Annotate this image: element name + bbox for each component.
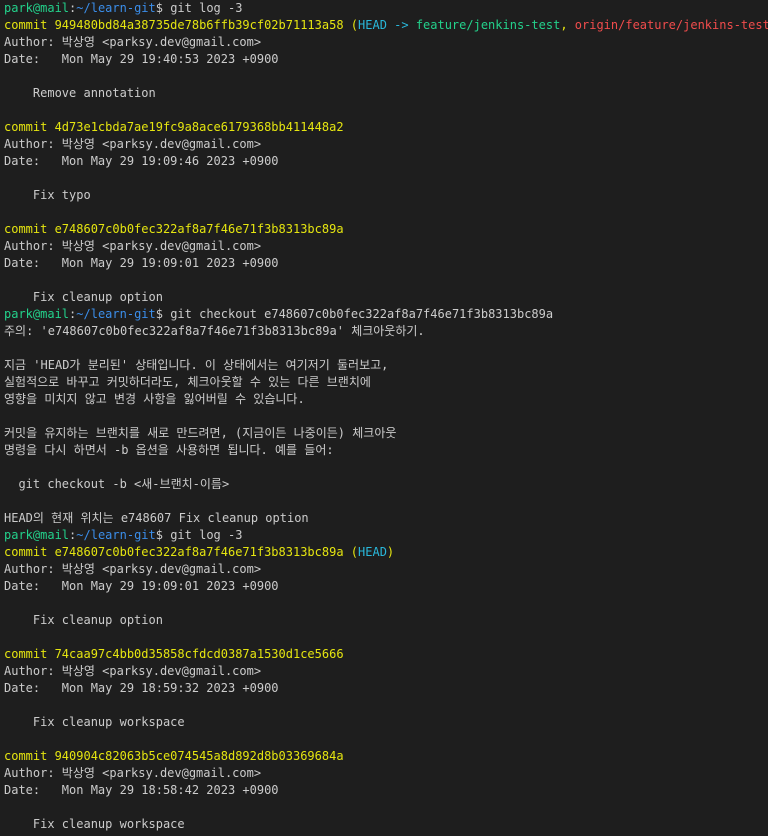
terminal-text: Date: Mon May 29 19:09:01 2023 +0900 <box>4 256 279 270</box>
terminal-text: 영향을 미치지 않고 변경 사항을 잃어버릴 수 있습니다. <box>4 392 305 406</box>
terminal-line: Author: 박상영 <parksy.dev@gmail.com> <box>4 765 764 782</box>
terminal-line: 커밋을 유지하는 브랜치를 새로 만드려면, (지금이든 나중이든) 체크아웃 <box>4 425 764 442</box>
terminal-text: $ git log -3 <box>155 528 243 542</box>
commit-hash: commit 949480bd84a38735de78b6ffb39cf02b7… <box>4 18 359 32</box>
terminal-line: 명령을 다시 하면서 -b 옵션을 사용하면 됩니다. 예를 들어: <box>4 442 764 459</box>
terminal-line: Fix cleanup option <box>4 612 764 629</box>
ref-head-label: HEAD -> <box>358 18 416 32</box>
terminal-line: Fix cleanup workspace <box>4 714 764 731</box>
terminal-line: Remove annotation <box>4 85 764 102</box>
terminal-line: park@mail:~/learn-git$ git log -3 <box>4 0 764 17</box>
terminal-line: commit 940904c82063b5ce074545a8d892d8b03… <box>4 748 764 765</box>
terminal-text: Author: 박상영 <parksy.dev@gmail.com> <box>4 766 262 780</box>
terminal-line: Author: 박상영 <parksy.dev@gmail.com> <box>4 34 764 51</box>
terminal-line: 실험적으로 바꾸고 커밋하더라도, 체크아웃할 수 있는 다른 브랜치에 <box>4 374 764 391</box>
terminal-line: commit 4d73e1cbda7ae19fc9a8ace6179368bb4… <box>4 119 764 136</box>
terminal-line: Date: Mon May 29 18:59:32 2023 +0900 <box>4 680 764 697</box>
prompt-path: ~/learn-git <box>76 1 156 15</box>
terminal-line: commit e748607c0b0fec322af8a7f46e71f3b83… <box>4 221 764 238</box>
terminal-text: Date: Mon May 29 18:58:42 2023 +0900 <box>4 783 279 797</box>
terminal-text: Author: 박상영 <parksy.dev@gmail.com> <box>4 664 262 678</box>
terminal-line: HEAD의 현재 위치는 e748607 Fix cleanup option <box>4 510 764 527</box>
terminal-line: Author: 박상영 <parksy.dev@gmail.com> <box>4 238 764 255</box>
prompt-user: park@mail <box>4 307 70 321</box>
ref-remote-label: origin/feature/jenkins-test <box>574 18 768 32</box>
terminal-text: Fix cleanup option <box>4 613 163 627</box>
terminal-text: Author: 박상영 <parksy.dev@gmail.com> <box>4 35 262 49</box>
terminal-line: park@mail:~/learn-git$ git checkout e748… <box>4 306 764 323</box>
terminal-text: Fix cleanup option <box>4 290 163 304</box>
terminal-text: 커밋을 유지하는 브랜치를 새로 만드려면, (지금이든 나중이든) 체크아웃 <box>4 426 397 440</box>
terminal-text: 명령을 다시 하면서 -b 옵션을 사용하면 됩니다. 예를 들어: <box>4 443 334 457</box>
commit-hash: commit 940904c82063b5ce074545a8d892d8b03… <box>4 749 344 763</box>
terminal-line: 주의: 'e748607c0b0fec322af8a7f46e71f3b8313… <box>4 323 764 340</box>
commit-hash: commit e748607c0b0fec322af8a7f46e71f3b83… <box>4 545 359 559</box>
terminal-text: Fix typo <box>4 188 91 202</box>
terminal-text: HEAD의 현재 위치는 e748607 Fix cleanup option <box>4 511 309 525</box>
terminal-text: $ git log -3 <box>155 1 243 15</box>
terminal-line: Date: Mon May 29 19:09:01 2023 +0900 <box>4 255 764 272</box>
commit-hash: ) <box>386 545 395 559</box>
terminal-output[interactable]: park@mail:~/learn-git$ git log -3 commit … <box>0 0 768 836</box>
terminal-line: git checkout -b <새-브랜치-이름> <box>4 476 764 493</box>
terminal-text: Fix cleanup workspace <box>4 715 185 729</box>
terminal-text: 지금 'HEAD가 분리된' 상태입니다. 이 상태에서는 여기저기 둘러보고, <box>4 358 389 372</box>
terminal-line: Fix cleanup workspace <box>4 816 764 833</box>
commit-hash: commit e748607c0b0fec322af8a7f46e71f3b83… <box>4 222 344 236</box>
prompt-path: ~/learn-git <box>76 528 156 542</box>
terminal-line: 영향을 미치지 않고 변경 사항을 잃어버릴 수 있습니다. <box>4 391 764 408</box>
terminal-line: commit e748607c0b0fec322af8a7f46e71f3b83… <box>4 544 764 561</box>
prompt-path: ~/learn-git <box>76 307 156 321</box>
terminal-line: Author: 박상영 <parksy.dev@gmail.com> <box>4 561 764 578</box>
terminal-line: Author: 박상영 <parksy.dev@gmail.com> <box>4 663 764 680</box>
commit-hash: commit 74caa97c4bb0d35858cfdcd0387a1530d… <box>4 647 344 661</box>
terminal-line: Date: Mon May 29 19:40:53 2023 +0900 <box>4 51 764 68</box>
terminal-text: 실험적으로 바꾸고 커밋하더라도, 체크아웃할 수 있는 다른 브랜치에 <box>4 375 371 389</box>
terminal-text: Fix cleanup workspace <box>4 817 185 831</box>
terminal-text: git checkout -b <새-브랜치-이름> <box>4 477 230 491</box>
terminal-text: 주의: 'e748607c0b0fec322af8a7f46e71f3b8313… <box>4 324 425 338</box>
terminal-text: Date: Mon May 29 19:09:46 2023 +0900 <box>4 154 279 168</box>
terminal-text: Author: 박상영 <parksy.dev@gmail.com> <box>4 239 262 253</box>
terminal-line: commit 949480bd84a38735de78b6ffb39cf02b7… <box>4 17 768 34</box>
terminal-line: park@mail:~/learn-git$ git log -3 <box>4 527 764 544</box>
terminal-text: $ git checkout e748607c0b0fec322af8a7f46… <box>155 307 554 321</box>
commit-hash: , <box>560 18 575 32</box>
terminal-line: Fix cleanup option <box>4 289 764 306</box>
terminal-line: Fix typo <box>4 187 764 204</box>
terminal-line: Date: Mon May 29 19:09:01 2023 +0900 <box>4 578 764 595</box>
terminal-text: Date: Mon May 29 19:09:01 2023 +0900 <box>4 579 279 593</box>
commit-hash: commit 4d73e1cbda7ae19fc9a8ace6179368bb4… <box>4 120 344 134</box>
prompt-user: park@mail <box>4 1 70 15</box>
ref-branch-label: feature/jenkins-test <box>415 18 561 32</box>
ref-head-label: HEAD <box>358 545 387 559</box>
terminal-text: Remove annotation <box>4 86 156 100</box>
terminal-line: Date: Mon May 29 19:09:46 2023 +0900 <box>4 153 764 170</box>
terminal-line: Author: 박상영 <parksy.dev@gmail.com> <box>4 136 764 153</box>
terminal-line: 지금 'HEAD가 분리된' 상태입니다. 이 상태에서는 여기저기 둘러보고, <box>4 357 764 374</box>
terminal-text: Date: Mon May 29 19:40:53 2023 +0900 <box>4 52 279 66</box>
terminal-text: Author: 박상영 <parksy.dev@gmail.com> <box>4 562 262 576</box>
terminal-line: Date: Mon May 29 18:58:42 2023 +0900 <box>4 782 764 799</box>
prompt-user: park@mail <box>4 528 70 542</box>
terminal-text: Date: Mon May 29 18:59:32 2023 +0900 <box>4 681 279 695</box>
terminal-text: Author: 박상영 <parksy.dev@gmail.com> <box>4 137 262 151</box>
terminal-line: commit 74caa97c4bb0d35858cfdcd0387a1530d… <box>4 646 764 663</box>
